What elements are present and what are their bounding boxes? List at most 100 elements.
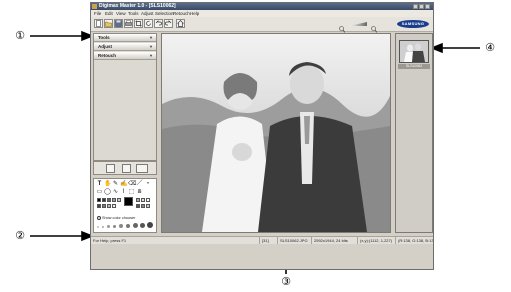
- callout-3: ③: [281, 275, 291, 288]
- ellipse-tool-icon[interactable]: ◯: [104, 189, 111, 196]
- color-swatch[interactable]: [141, 204, 145, 208]
- fill-tool-icon[interactable]: ◔: [144, 181, 151, 188]
- brush-size-dot[interactable]: [140, 223, 145, 228]
- pencil-tool-icon[interactable]: ✎: [112, 181, 119, 188]
- color-swatch[interactable]: [102, 198, 106, 202]
- color-swatch[interactable]: [107, 198, 111, 202]
- color-swatch[interactable]: [97, 198, 101, 202]
- rotate-icon[interactable]: [144, 19, 153, 28]
- eraser-tool-icon[interactable]: ⌫: [128, 181, 136, 188]
- open-icon[interactable]: [104, 19, 113, 28]
- home-icon[interactable]: [176, 19, 185, 28]
- menu-edit[interactable]: Edit: [105, 10, 113, 17]
- crop-icon[interactable]: [134, 19, 143, 28]
- undo-icon[interactable]: [154, 19, 163, 28]
- adjust-icon[interactable]: [122, 164, 131, 173]
- panel-adjust-label: Adjust: [98, 44, 112, 49]
- curve-tool-icon[interactable]: ∿: [112, 189, 119, 196]
- color-swatch[interactable]: [146, 198, 150, 202]
- rectangle-tool-icon[interactable]: ▭: [96, 189, 103, 196]
- app-icon: [92, 4, 97, 9]
- chevron-down-icon: ▼: [149, 35, 153, 40]
- brush-size-dot[interactable]: [147, 222, 153, 228]
- menu-retouch[interactable]: Retouch: [173, 10, 190, 17]
- brush-tool-icon[interactable]: ✍: [120, 181, 127, 188]
- color-swatch[interactable]: [136, 204, 140, 208]
- panel-tools-label: Tools: [98, 35, 110, 40]
- new-icon[interactable]: [94, 19, 103, 28]
- menu-help[interactable]: Help: [190, 10, 199, 17]
- save-icon[interactable]: [114, 19, 123, 28]
- line-tool-icon[interactable]: ／: [136, 181, 143, 188]
- brush-size-dot[interactable]: [102, 226, 104, 228]
- color-swatch[interactable]: [117, 198, 121, 202]
- minimize-button[interactable]: [413, 4, 418, 9]
- color-swatch[interactable]: [107, 204, 111, 208]
- color-swatch[interactable]: [136, 198, 140, 202]
- thumbnail-label: SLS10062: [398, 64, 430, 69]
- status-bar: For Help, press F1 [31] SLS10062.JPG 259…: [91, 236, 433, 244]
- chevron-down-icon: ▼: [149, 44, 153, 49]
- brush-size-dot[interactable]: [113, 225, 116, 228]
- left-panel: Tools ▼ Adjust ▼ Retouch ▼ T ✋ ✎ ✍ ⌫ ／ ◔: [93, 33, 157, 233]
- redo-icon[interactable]: [164, 19, 173, 28]
- status-count: [31]: [259, 237, 277, 244]
- thumbnail-image[interactable]: [399, 40, 429, 63]
- menu-selection[interactable]: Selection: [155, 10, 174, 17]
- color-swatch[interactable]: [141, 198, 145, 202]
- current-color-swatch[interactable]: [124, 197, 133, 206]
- dropper-tool-icon[interactable]: ⌇: [120, 189, 127, 196]
- menu-panel: Tools ▼ Adjust ▼ Retouch ▼: [93, 33, 157, 161]
- color-swatch[interactable]: [112, 204, 116, 208]
- status-coords: (x,y):(1112, 1,227): [357, 237, 395, 244]
- compare-icon[interactable]: [106, 164, 115, 173]
- zoom-in-icon[interactable]: [371, 20, 378, 33]
- brush-size-dot[interactable]: [133, 223, 138, 228]
- callout-1: ①: [15, 29, 25, 42]
- brush-size-dot[interactable]: [126, 224, 130, 228]
- apply-icon[interactable]: [136, 164, 148, 173]
- select-tool-icon[interactable]: ⬚: [128, 189, 135, 196]
- image-view[interactable]: [161, 33, 391, 233]
- window-title: Digimax Master 1.0 - [SLS10062]: [99, 3, 176, 9]
- edit-tools-panel: T ✋ ✎ ✍ ⌫ ／ ◔ ▭ ◯ ∿ ⌇ ⬚ ⧈ Show color cho…: [93, 178, 157, 233]
- chevron-down-icon: ▼: [149, 53, 153, 58]
- color-swatch[interactable]: [146, 204, 150, 208]
- panel-retouch-label: Retouch: [98, 53, 116, 58]
- color-chooser-radio[interactable]: [97, 216, 101, 220]
- menu-bar: File Edit View Tools Adjust Selection Re…: [91, 10, 433, 17]
- brush-size-dot[interactable]: [119, 224, 123, 228]
- app-window: Digimax Master 1.0 - [SLS10062] File Edi…: [90, 2, 434, 270]
- menu-file[interactable]: File: [94, 10, 101, 17]
- color-swatch[interactable]: [102, 204, 106, 208]
- close-button[interactable]: [425, 4, 430, 9]
- panel-tool-row: [93, 161, 157, 175]
- text-tool-icon[interactable]: T: [96, 181, 103, 188]
- maximize-button[interactable]: [419, 4, 424, 9]
- callout-2: ②: [15, 229, 25, 242]
- brush-size-dot[interactable]: [97, 226, 99, 228]
- brush-size-dot[interactable]: [107, 225, 110, 228]
- hand-tool-icon[interactable]: ✋: [104, 181, 111, 188]
- menu-adjust[interactable]: Adjust: [141, 10, 154, 17]
- panel-tools-header[interactable]: Tools ▼: [94, 34, 156, 42]
- color-swatch[interactable]: [112, 198, 116, 202]
- menu-tools[interactable]: Tools: [128, 10, 139, 17]
- menu-view[interactable]: View: [116, 10, 126, 17]
- zoom-slider[interactable]: [349, 22, 367, 26]
- title-bar[interactable]: Digimax Master 1.0 - [SLS10062]: [91, 3, 433, 10]
- callout-4: ④: [485, 41, 495, 54]
- toolbar: SAMSUNG: [91, 17, 433, 33]
- color-swatch[interactable]: [97, 204, 101, 208]
- panel-retouch-header[interactable]: Retouch ▼: [94, 52, 156, 60]
- print-icon[interactable]: [124, 19, 133, 28]
- samsung-logo: SAMSUNG: [397, 20, 429, 28]
- status-rgb: (R:138, G:138, B:138): [395, 237, 433, 244]
- thumbnail-pane: SLS10062: [395, 33, 433, 233]
- color-chooser-label: Show color chooser: [102, 216, 136, 220]
- status-filename: SLS10062.JPG: [277, 237, 311, 244]
- zoom-out-icon[interactable]: [339, 20, 346, 33]
- stamp-tool-icon[interactable]: ⧈: [136, 189, 143, 196]
- panel-adjust-header[interactable]: Adjust ▼: [94, 43, 156, 51]
- status-dimensions: 2592x1944, 24 bits: [311, 237, 357, 244]
